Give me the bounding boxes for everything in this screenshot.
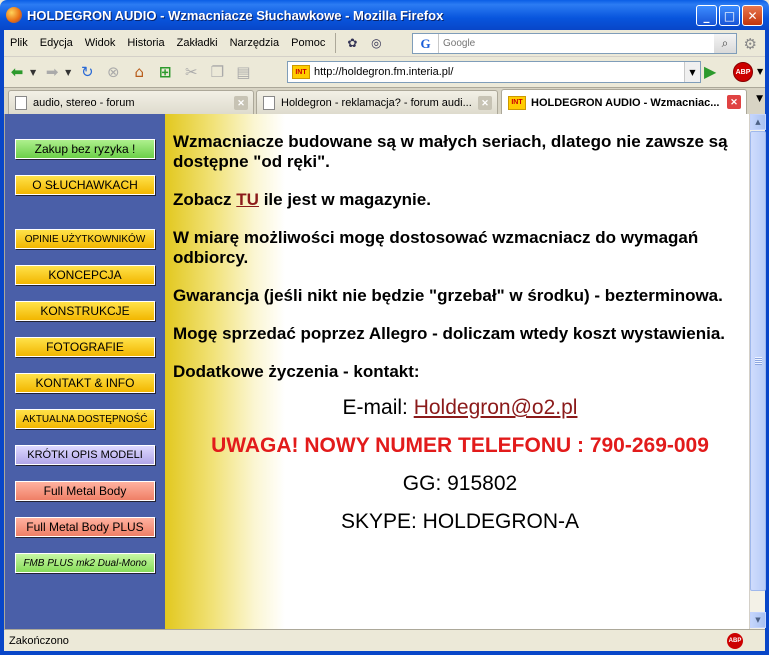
url-bar: INT ▼ — [287, 61, 701, 83]
window-title: HOLDEGRON AUDIO - Wzmacniacze Słuchawkow… — [27, 7, 444, 23]
vertical-scrollbar[interactable]: ▲ ▼ — [749, 114, 766, 629]
maximize-button[interactable]: □ — [719, 5, 740, 26]
menu-bar: Plik Edycja Widok Historia Zakładki Narz… — [4, 30, 765, 57]
nav-about-headphones[interactable]: O SŁUCHAWKACH — [15, 175, 155, 195]
menu-edit[interactable]: Edycja — [34, 37, 79, 49]
tab-audio-forum[interactable]: audio, stereo - forum ✕ — [8, 90, 254, 114]
menu-file[interactable]: Plik — [4, 37, 34, 49]
back-arrow-icon[interactable]: ⬅ — [6, 61, 28, 83]
tab-label: HOLDEGRON AUDIO - Wzmacniac... — [531, 96, 720, 109]
google-engine-icon[interactable]: G — [413, 34, 439, 53]
stock-text-after: ile jest w magazynie. — [258, 190, 431, 209]
site-favicon: INT — [508, 95, 526, 110]
minimize-button[interactable]: _ — [696, 5, 717, 26]
menu-view[interactable]: Widok — [79, 37, 122, 49]
nav-models-description[interactable]: KRÓTKI OPIS MODELI — [15, 445, 155, 465]
phone-warning: UWAGA! NOWY NUMER TELEFONU : 790-269-009 — [211, 434, 709, 457]
nav-fmb-plus-mk2[interactable]: FMB PLUS mk2 Dual-Mono — [15, 553, 155, 573]
copy-icon[interactable]: ❐ — [206, 61, 228, 83]
close-button[interactable]: ✕ — [742, 5, 763, 26]
adblock-icon[interactable]: ABP — [733, 62, 753, 82]
menu-bookmarks[interactable]: Zakładki — [171, 37, 224, 49]
nav-availability[interactable]: AKTUALNA DOSTĘPNOŚĆ — [15, 409, 155, 429]
search-bar: G ⌕ — [412, 33, 737, 54]
paragraph-warranty: Gwarancja (jeśli nikt nie będzie "grzeba… — [173, 286, 723, 305]
firefox-icon — [6, 7, 22, 23]
reload-icon[interactable]: ↻ — [76, 61, 98, 83]
new-tab-icon[interactable]: ⊞ — [154, 61, 176, 83]
adblock-dropdown-icon[interactable]: ▼ — [757, 67, 763, 76]
menu-history[interactable]: Historia — [121, 37, 170, 49]
status-text: Zakończono — [9, 634, 69, 647]
tab-holdegron-active[interactable]: INT HOLDEGRON AUDIO - Wzmacniac... ✕ — [501, 89, 747, 115]
back-dropdown-icon[interactable]: ▼ — [30, 68, 36, 77]
tab-list-dropdown-icon[interactable]: ▼ — [756, 94, 763, 104]
status-adblock-icon[interactable]: ABP — [727, 633, 743, 649]
search-input[interactable] — [439, 35, 714, 52]
menu-separator — [335, 33, 337, 53]
paste-icon[interactable]: ▤ — [232, 61, 254, 83]
close-tab-icon[interactable]: ✕ — [234, 96, 248, 110]
scroll-grip — [755, 357, 762, 365]
addon-icon[interactable]: ✿ — [343, 34, 361, 52]
stock-link[interactable]: TU — [236, 190, 259, 209]
scroll-up-icon[interactable]: ▲ — [750, 114, 766, 130]
paragraph-series: Wzmacniacze budowane są w małych seriach… — [173, 132, 728, 171]
go-arrow-icon[interactable]: ▶ — [704, 62, 716, 81]
window-frame-bottom — [0, 651, 769, 655]
forward-arrow-icon[interactable]: ➡ — [41, 61, 63, 83]
nav-user-opinions[interactable]: OPINIE UŻYTKOWNIKÓW — [15, 229, 155, 249]
paragraph-stock: Zobacz TU ile jest w magazynie. — [173, 190, 747, 210]
paragraph-contact: Dodatkowe życzenia - kontakt: — [173, 362, 420, 381]
title-bar: HOLDEGRON AUDIO - Wzmacniacze Słuchawkow… — [0, 0, 769, 30]
nav-photos[interactable]: FOTOGRAFIE — [15, 337, 155, 357]
nav-contact-info[interactable]: KONTAKT & INFO — [15, 373, 155, 393]
gg-number: GG: 915802 — [402, 472, 518, 495]
stop-icon[interactable]: ⊗ — [102, 61, 124, 83]
menu-tools[interactable]: Narzędzia — [224, 37, 286, 49]
url-input[interactable] — [314, 63, 684, 81]
status-bar: Zakończono ABP — [4, 629, 765, 651]
nav-full-metal-body[interactable]: Full Metal Body — [15, 481, 155, 501]
page-viewport: Zakup bez ryzyka ! O SŁUCHAWKACH OPINIE … — [4, 114, 749, 629]
stock-text-before: Zobacz — [173, 190, 237, 209]
email-link[interactable]: Holdegron@o2.pl — [414, 396, 578, 419]
page-icon — [263, 95, 275, 110]
paragraph-allegro: Mogę sprzedać poprzez Allegro - doliczam… — [173, 324, 725, 343]
home-icon[interactable]: ⌂ — [128, 61, 150, 83]
tab-reklamacja[interactable]: Holdegron - reklamacja? - forum audi... … — [256, 90, 498, 114]
email-line: E-mail: Holdegron@o2.pl — [173, 396, 747, 420]
compass-icon[interactable]: ◎ — [367, 34, 385, 52]
main-content: Wzmacniacze budowane są w małych seriach… — [173, 132, 747, 548]
site-favicon: INT — [292, 65, 310, 79]
nav-buy-risk-free[interactable]: Zakup bez ryzyka ! — [15, 139, 155, 159]
close-tab-icon[interactable]: ✕ — [478, 96, 492, 110]
skype-id: SKYPE: HOLDEGRON-A — [340, 510, 580, 533]
search-magnifier-icon[interactable]: ⌕ — [714, 34, 736, 53]
nav-constructions[interactable]: KONSTRUKCJE — [15, 301, 155, 321]
tab-label: Holdegron - reklamacja? - forum audi... — [281, 96, 472, 109]
scroll-down-icon[interactable]: ▼ — [750, 612, 766, 628]
tab-label: audio, stereo - forum — [33, 96, 135, 109]
menu-help[interactable]: Pomoc — [285, 37, 331, 49]
paragraph-customization: W miarę możliwości mogę dostosować wzmac… — [173, 228, 699, 267]
close-tab-icon[interactable]: ✕ — [727, 95, 741, 109]
scroll-thumb[interactable] — [750, 131, 766, 591]
page-icon — [15, 95, 27, 110]
gear-icon[interactable]: ⚙ — [744, 35, 757, 53]
email-label: E-mail: — [342, 396, 414, 419]
tab-bar: audio, stereo - forum ✕ Holdegron - rekl… — [4, 87, 765, 115]
forward-dropdown-icon[interactable]: ▼ — [65, 68, 71, 77]
url-dropdown-icon[interactable]: ▼ — [684, 62, 700, 82]
nav-concept[interactable]: KONCEPCJA — [15, 265, 155, 285]
navigation-toolbar: ⬅ ▼ ➡ ▼ ↻ ⊗ ⌂ ⊞ ✂ ❐ ▤ INT ▼ ▶ ABP ▼ — [4, 57, 765, 87]
cut-icon[interactable]: ✂ — [180, 61, 202, 83]
nav-full-metal-body-plus[interactable]: Full Metal Body PLUS — [15, 517, 155, 537]
